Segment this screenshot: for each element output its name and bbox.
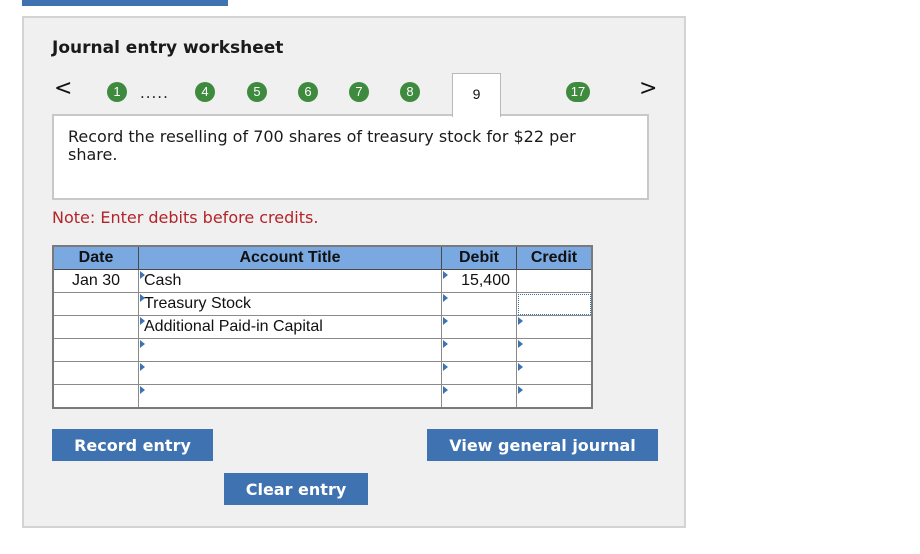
- dropdown-marker-icon: [140, 386, 145, 394]
- table-row: Jan 30 Cash 15,400: [52, 269, 593, 293]
- step-7-button[interactable]: 7: [349, 82, 369, 102]
- table-row: [52, 361, 593, 385]
- credit-cell[interactable]: [516, 361, 593, 385]
- dropdown-marker-icon: [140, 363, 145, 371]
- instruction-box: Record the reselling of 700 shares of tr…: [52, 114, 649, 200]
- account-cell[interactable]: [138, 338, 442, 362]
- input-marker-icon: [443, 386, 448, 394]
- step-17-button[interactable]: 17: [566, 82, 590, 102]
- debit-value: 15,400: [461, 272, 510, 289]
- credit-cell[interactable]: [516, 315, 593, 339]
- date-value: Jan 30: [71, 272, 121, 289]
- input-marker-icon: [443, 294, 448, 302]
- dropdown-marker-icon: [140, 317, 145, 325]
- date-cell[interactable]: [52, 384, 139, 409]
- account-cell[interactable]: [138, 384, 442, 409]
- debit-value: [510, 295, 516, 312]
- worksheet-title: Journal entry worksheet: [52, 38, 284, 58]
- account-cell[interactable]: Additional Paid-in Capital: [138, 315, 442, 339]
- steps-ellipsis: .....: [140, 84, 169, 102]
- debit-value: [510, 318, 516, 335]
- account-value: Treasury Stock: [144, 295, 251, 312]
- debit-value: [510, 364, 516, 381]
- table-row: Additional Paid-in Capital: [52, 315, 593, 339]
- debit-cell[interactable]: 15,400: [441, 269, 517, 293]
- record-entry-button[interactable]: Record entry: [52, 429, 213, 461]
- debit-value: [510, 341, 516, 358]
- prev-arrow-icon[interactable]: <: [54, 76, 72, 101]
- dropdown-marker-icon: [140, 271, 145, 279]
- debit-cell[interactable]: [441, 292, 517, 316]
- debit-cell[interactable]: [441, 315, 517, 339]
- date-cell[interactable]: [52, 338, 139, 362]
- step-8-button[interactable]: 8: [400, 82, 420, 102]
- note-text: Note: Enter debits before credits.: [52, 208, 319, 227]
- date-cell[interactable]: [52, 292, 139, 316]
- account-value: Additional Paid-in Capital: [144, 318, 323, 335]
- step-4-button[interactable]: 4: [195, 82, 215, 102]
- date-cell[interactable]: [52, 315, 139, 339]
- debit-cell[interactable]: [441, 384, 517, 409]
- credit-cell[interactable]: [516, 292, 593, 316]
- input-marker-icon: [518, 340, 523, 348]
- date-cell[interactable]: [52, 361, 139, 385]
- account-title-header: Account Title: [138, 245, 442, 270]
- input-marker-icon: [443, 271, 448, 279]
- account-cell[interactable]: [138, 361, 442, 385]
- step-1-button[interactable]: 1: [107, 82, 127, 102]
- date-header: Date: [52, 245, 139, 270]
- next-arrow-icon[interactable]: >: [639, 76, 657, 101]
- input-marker-icon: [443, 363, 448, 371]
- step-6-button[interactable]: 6: [298, 82, 318, 102]
- input-marker-icon: [518, 386, 523, 394]
- input-marker-icon: [443, 340, 448, 348]
- table-row: [52, 338, 593, 362]
- table-row: Treasury Stock: [52, 292, 593, 316]
- credit-cell[interactable]: [516, 384, 593, 409]
- dropdown-marker-icon: [140, 294, 145, 302]
- account-value: Cash: [144, 272, 182, 289]
- date-cell[interactable]: Jan 30: [52, 269, 139, 293]
- debit-value: [510, 387, 516, 404]
- credit-cell[interactable]: [516, 269, 593, 293]
- credit-cell[interactable]: [516, 338, 593, 362]
- table-header-row: Date Account Title Debit Credit: [52, 245, 593, 270]
- clear-entry-button[interactable]: Clear entry: [224, 473, 368, 505]
- input-marker-icon: [443, 317, 448, 325]
- step-9-active-tab[interactable]: 9: [452, 73, 501, 117]
- debit-cell[interactable]: [441, 338, 517, 362]
- credit-header: Credit: [516, 245, 593, 270]
- dropdown-marker-icon: [140, 340, 145, 348]
- debit-header: Debit: [441, 245, 517, 270]
- account-cell[interactable]: Treasury Stock: [138, 292, 442, 316]
- view-general-journal-button[interactable]: View general journal: [427, 429, 658, 461]
- input-marker-icon: [518, 317, 523, 325]
- account-cell[interactable]: Cash: [138, 269, 442, 293]
- step-5-button[interactable]: 5: [247, 82, 267, 102]
- top-accent-bar: [22, 0, 228, 6]
- journal-entry-table: Date Account Title Debit Credit Jan 30 C…: [52, 245, 593, 409]
- debit-cell[interactable]: [441, 361, 517, 385]
- input-marker-icon: [518, 363, 523, 371]
- table-row: [52, 384, 593, 409]
- instruction-text: Record the reselling of 700 shares of tr…: [68, 127, 576, 164]
